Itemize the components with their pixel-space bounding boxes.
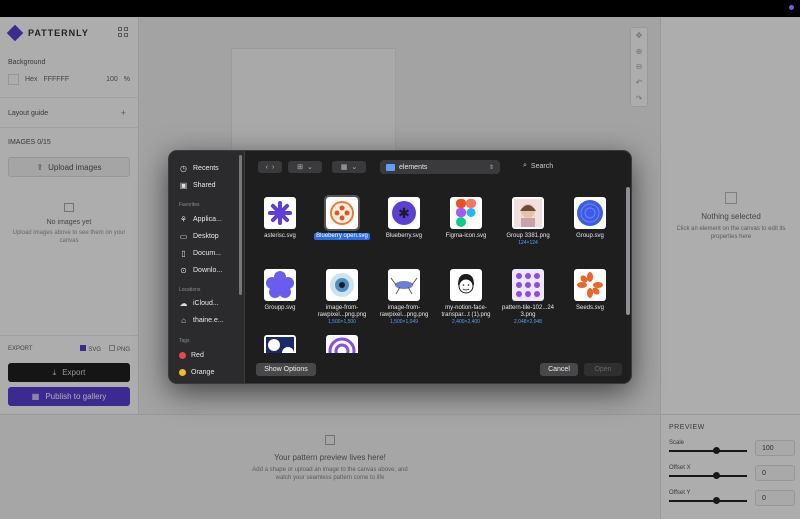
cloud-icon: ☁ <box>179 298 188 308</box>
file-item-selected[interactable]: Blueberry open.svg <box>311 195 373 240</box>
back-icon: ‹ <box>265 163 268 171</box>
folder-icon <box>386 163 395 171</box>
file-name: Group.svg <box>576 233 604 239</box>
locations-heading: Locations <box>179 287 201 293</box>
status-dot-icon <box>789 5 794 10</box>
file-thumbnail <box>324 195 360 231</box>
sidebar-item-recents[interactable]: ◷ Recents <box>179 161 219 175</box>
chevron-down-icon: ⌄ <box>351 164 358 171</box>
open-button[interactable]: Open <box>584 363 622 376</box>
sidebar-item-icloud[interactable]: ☁ iCloud... <box>179 296 219 310</box>
document-icon: ▯ <box>181 248 186 258</box>
updown-chevron-icon: ⇕ <box>488 164 494 171</box>
sidebar-item-applications[interactable]: ⚘ Applica... <box>179 212 222 226</box>
file-thumbnail <box>388 269 420 301</box>
red-tag-icon <box>179 351 186 359</box>
chevron-down-icon: ⌄ <box>307 164 313 171</box>
applications-icon: ⚘ <box>179 214 188 224</box>
cancel-button[interactable]: Cancel <box>540 363 578 376</box>
icon-view-icon: ⊞ <box>297 164 303 171</box>
file-thumbnail <box>326 335 358 353</box>
file-grid-scrollbar[interactable] <box>626 187 630 315</box>
show-options-button[interactable]: Show Options <box>256 363 316 376</box>
file-item[interactable]: my-notion-face-transpar...t (1).png 2,40… <box>435 269 497 325</box>
sidebar-item-tag-orange[interactable]: Orange <box>179 365 214 379</box>
file-item[interactable]: asterisc.svg <box>249 197 311 240</box>
file-thumbnail <box>574 269 606 301</box>
file-item[interactable]: image-from-rawpixel...png.png 1,500×1,04… <box>373 269 435 325</box>
file-thumbnail <box>450 269 482 301</box>
file-name: pattern-tile-102...24 3.png <box>501 305 555 318</box>
file-thumbnail <box>512 197 544 229</box>
search-field[interactable]: ⌕ Search <box>523 162 553 170</box>
orange-tag-icon <box>179 368 186 376</box>
system-top-bar <box>0 0 800 17</box>
sidebar-item-shared[interactable]: ▣ Shared <box>179 178 216 192</box>
folder-path-popup[interactable]: elements ⇕ <box>380 160 500 174</box>
file-dimensions: 1,500×1,500 <box>328 319 356 325</box>
file-thumbnail <box>264 197 296 229</box>
download-icon: ⊙ <box>180 265 187 275</box>
file-thumbnail: ✱ <box>388 197 420 229</box>
file-item[interactable]: Groupp.svg <box>249 269 311 312</box>
file-name: asterisc.svg <box>264 233 296 239</box>
sidebar-item-tag-red[interactable]: Red <box>179 348 204 362</box>
file-item[interactable]: Group 3381.png 124×124 <box>497 197 559 246</box>
file-grid: asterisc.svg Blueberry open.svg ✱ Bluebe… <box>246 183 631 353</box>
file-item[interactable]: image-from-rawpixel...png.png 1,500×1,50… <box>311 269 373 325</box>
file-name: image-from-rawpixel...png.png <box>379 305 429 318</box>
home-icon: ⌂ <box>181 315 186 325</box>
file-dimensions: 124×124 <box>518 240 538 246</box>
search-icon: ⌕ <box>523 162 527 169</box>
tags-heading: Tags <box>179 338 190 344</box>
file-item[interactable]: pattern-tile-102...24 3.png 2,048×2,048 <box>497 269 559 325</box>
group-icon: ▦ <box>340 164 348 171</box>
file-thumbnail <box>264 335 296 353</box>
file-item[interactable]: Seeds.svg <box>559 269 621 312</box>
sidebar-item-documents[interactable]: ▯ Docum... <box>179 246 221 260</box>
desktop-icon: ▭ <box>179 231 188 241</box>
dialog-sidebar: ◷ Recents ▣ Shared Favorites ⚘ Applica... ▭… <box>169 151 245 383</box>
forward-icon: › <box>272 163 275 171</box>
file-thumbnail <box>264 269 296 301</box>
folder-name: elements <box>399 163 428 171</box>
file-item[interactable] <box>311 335 373 353</box>
file-name: Blueberry.svg <box>385 233 423 239</box>
group-by-button[interactable]: ▦ ⌄ <box>332 161 366 173</box>
file-name: my-notion-face-transpar...t (1).png <box>441 305 491 318</box>
file-item[interactable] <box>249 335 311 353</box>
sidebar-item-downloads[interactable]: ⊙ Downlo... <box>179 263 222 277</box>
file-name: Figma-icon.svg <box>445 233 487 239</box>
file-name: Seeds.svg <box>575 305 605 311</box>
file-dimensions: 2,400×2,400 <box>452 319 480 325</box>
sidebar-item-desktop[interactable]: ▭ Desktop <box>179 229 219 243</box>
file-name: image-from-rawpixel...png.png <box>317 305 367 318</box>
file-item[interactable]: Figma-icon.svg <box>435 197 497 240</box>
clock-icon: ◷ <box>180 163 187 173</box>
favorites-heading: Favorites <box>179 202 200 208</box>
file-name: Group 3381.png <box>506 233 550 239</box>
dialog-footer: Show Options Cancel Open <box>246 353 631 383</box>
svg-text:✱: ✱ <box>398 206 410 222</box>
file-dimensions: 1,500×1,049 <box>390 319 418 325</box>
file-item[interactable]: Group.svg <box>559 197 621 240</box>
view-mode-button[interactable]: ⊞ ⌄ <box>288 161 322 173</box>
file-thumbnail <box>326 269 358 301</box>
file-open-dialog: ◷ Recents ▣ Shared Favorites ⚘ Applica... ▭… <box>168 150 632 384</box>
back-forward-buttons[interactable]: ‹ › <box>258 161 282 173</box>
file-name: Blueberry open.svg <box>314 233 370 240</box>
file-dimensions: 2,048×2,048 <box>514 319 542 325</box>
file-thumbnail <box>512 269 544 301</box>
file-name: Groupp.svg <box>264 305 296 311</box>
sidebar-scrollbar[interactable] <box>239 155 242 295</box>
sidebar-item-home[interactable]: ⌂ thaine.e... <box>179 313 224 327</box>
file-thumbnail <box>450 197 482 229</box>
dialog-toolbar: ‹ › ⊞ ⌄ ▦ ⌄ elements ⇕ ⌕ Search <box>246 151 631 183</box>
file-thumbnail <box>574 197 606 229</box>
file-item[interactable]: ✱ Blueberry.svg <box>373 197 435 240</box>
shared-folder-icon: ▣ <box>179 180 188 190</box>
search-placeholder: Search <box>530 162 554 170</box>
